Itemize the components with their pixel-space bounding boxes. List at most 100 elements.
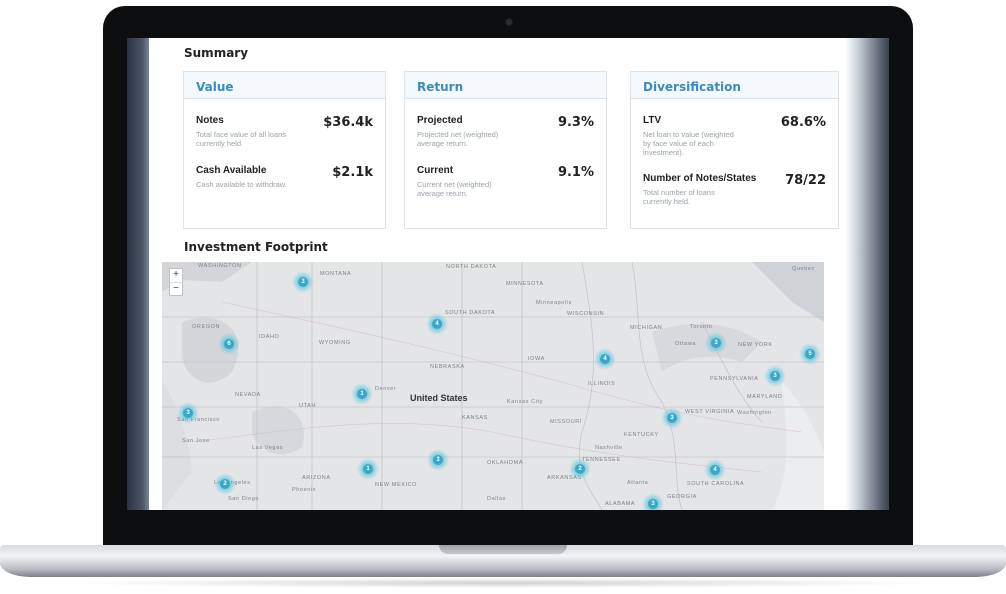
cluster-marker[interactable]: 3 (661, 407, 683, 429)
dashboard: Summary Value Notes $36.4k Total face va… (149, 38, 845, 510)
place-label: NEW YORK (738, 342, 773, 348)
cluster-marker[interactable]: 4 (704, 459, 726, 481)
place-label: NEW MEXICO (375, 482, 418, 488)
place-label: Dallas (487, 496, 506, 502)
place-label: WYOMING (319, 340, 351, 346)
cluster-marker[interactable]: 4 (594, 348, 616, 370)
cluster-marker[interactable]: 2 (214, 473, 236, 495)
webcam (506, 19, 512, 25)
cluster-count: 2 (575, 464, 585, 474)
place-label: Atlanta (627, 480, 649, 486)
projected-metric: Projected 9.3% Projected net (weighted) … (417, 115, 594, 148)
place-label: San Diego (228, 496, 260, 502)
cash-available-value: $2.1k (332, 165, 373, 180)
cluster-count: 1 (363, 464, 373, 474)
diversification-card: Diversification LTV 68.6% Net loan to va… (630, 71, 839, 229)
notes-states-metric: Number of Notes/States 78/22 Total numbe… (643, 173, 826, 206)
cluster-marker[interactable]: 3 (177, 402, 199, 424)
map-zoom-control: + − (169, 268, 183, 296)
place-label: WASHINGTON (198, 263, 242, 269)
value-card-header: Value (184, 72, 385, 99)
cash-available-metric: Cash Available $2.1k Cash available to w… (196, 165, 373, 189)
place-label: MARYLAND (747, 394, 783, 400)
cluster-count: 3 (711, 338, 721, 348)
place-label: MONTANA (320, 271, 352, 277)
place-label: Minneapolis (536, 300, 572, 306)
notes-states-value: 78/22 (785, 173, 826, 188)
place-label: NORTH DAKOTA (446, 264, 497, 270)
place-label: ILLINOIS (588, 381, 616, 387)
cluster-count: 4 (600, 354, 610, 364)
cluster-marker[interactable]: 2 (569, 458, 591, 480)
place-label: OREGON (192, 324, 221, 330)
cluster-count: 3 (183, 408, 193, 418)
place-label: MICHIGAN (630, 325, 663, 331)
place-label: IOWA (528, 356, 545, 362)
place-label: Denver (375, 386, 397, 392)
notes-value: $36.4k (323, 115, 373, 130)
ltv-metric: LTV 68.6% Net loan to value (weighted by… (643, 115, 826, 157)
cluster-count: 4 (710, 465, 720, 475)
cluster-count: 1 (357, 389, 367, 399)
cluster-marker[interactable]: 3 (292, 271, 314, 293)
cluster-count: 3 (667, 413, 677, 423)
country-label: United States (410, 393, 468, 403)
place-label: NEVADA (235, 392, 261, 398)
place-label: SOUTH CAROLINA (687, 481, 745, 487)
value-card-title: Value (196, 80, 234, 94)
place-label: ARIZONA (302, 475, 331, 481)
return-card: Return Projected 9.3% Projected net (wei… (404, 71, 607, 229)
place-label: NEBRASKA (430, 364, 465, 370)
place-label: SOUTH DAKOTA (445, 310, 496, 316)
cluster-marker[interactable]: 1 (351, 383, 373, 405)
investment-map[interactable]: + − United States WASHINGTON MONTANA NOR… (162, 262, 824, 510)
notes-states-description: Total number of loans currently held. (643, 188, 715, 206)
current-description: Current net (weighted) average return. (417, 180, 492, 198)
cluster-marker[interactable]: 5 (799, 343, 821, 365)
place-label: ALABAMA (605, 501, 636, 507)
notes-metric: Notes $36.4k Total face value of all loa… (196, 115, 373, 148)
cluster-marker[interactable]: 3 (705, 332, 727, 354)
zoom-in-button[interactable]: + (170, 269, 182, 282)
place-label: Las Vegas (252, 445, 284, 451)
ltv-value: 68.6% (780, 115, 826, 130)
place-label: Ottawa (675, 341, 697, 347)
cluster-marker[interactable]: 4 (426, 313, 448, 335)
summary-heading: Summary (184, 46, 249, 60)
ltv-description: Net loan to value (weighted by face valu… (643, 130, 734, 157)
place-label: Washington (737, 410, 772, 416)
screen-left-edge (127, 38, 149, 510)
place-label: PENNSYLVANIA (710, 376, 759, 382)
cluster-marker[interactable]: 3 (764, 365, 786, 387)
cluster-marker[interactable]: 3 (427, 449, 449, 471)
projected-description: Projected net (weighted) average return. (417, 130, 499, 148)
return-card-title: Return (417, 80, 464, 94)
cluster-count: 2 (220, 479, 230, 489)
return-card-header: Return (405, 72, 606, 99)
cash-available-description: Cash available to withdraw. (196, 180, 287, 189)
cluster-marker[interactable]: 1 (357, 458, 379, 480)
place-label: Nashville (595, 445, 623, 451)
cluster-count: 3 (298, 277, 308, 287)
place-label: GEORGIA (667, 494, 697, 500)
investment-footprint-heading: Investment Footprint (184, 240, 328, 254)
place-label: Phoenix (292, 487, 317, 493)
place-label: UTAH (299, 403, 316, 409)
cluster-count: 3 (648, 499, 658, 509)
place-label: KENTUCKY (624, 432, 659, 438)
current-metric: Current 9.1% Current net (weighted) aver… (417, 165, 594, 198)
cluster-marker[interactable]: 6 (218, 333, 240, 355)
notes-description: Total face value of all loans currently … (196, 130, 287, 148)
place-label: San Jose (182, 438, 210, 444)
laptop-shadow (60, 578, 946, 588)
cluster-marker[interactable]: 3 (642, 493, 664, 510)
current-value: 9.1% (557, 165, 594, 180)
laptop-screen: Summary Value Notes $36.4k Total face va… (127, 38, 889, 510)
value-card: Value Notes $36.4k Total face value of a… (183, 71, 386, 229)
place-label: MISSOURI (550, 419, 582, 425)
cluster-count: 4 (432, 319, 442, 329)
place-label: WISCONSIN (567, 311, 605, 317)
zoom-out-button[interactable]: − (170, 282, 182, 295)
projected-value: 9.3% (557, 115, 594, 130)
place-label: Toronto (690, 324, 713, 330)
